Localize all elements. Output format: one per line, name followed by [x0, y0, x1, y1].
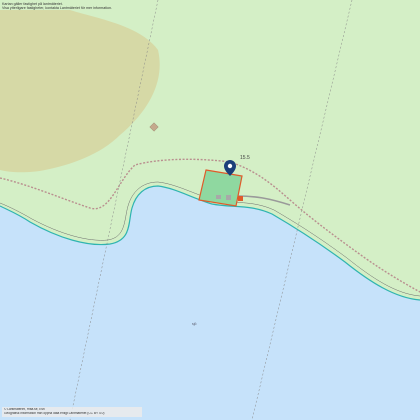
attribution-footer: © Lantmäteriet, Hitta.se, Esri Geografis… [2, 407, 142, 417]
building [226, 195, 231, 200]
property-parcel[interactable] [198, 169, 243, 207]
water-label: sjö [192, 322, 197, 326]
elevation-label: 15.5 [240, 155, 250, 161]
building [238, 196, 243, 201]
map-notice: Kartan gäller fastighet på lantmäteriet.… [2, 2, 112, 11]
building [216, 195, 221, 199]
map-canvas[interactable] [0, 0, 420, 420]
attribution-line: Geografisk information från öppna data e… [4, 412, 105, 416]
notice-line: Visa ytterligare fastigheter, kontakta L… [2, 6, 112, 11]
